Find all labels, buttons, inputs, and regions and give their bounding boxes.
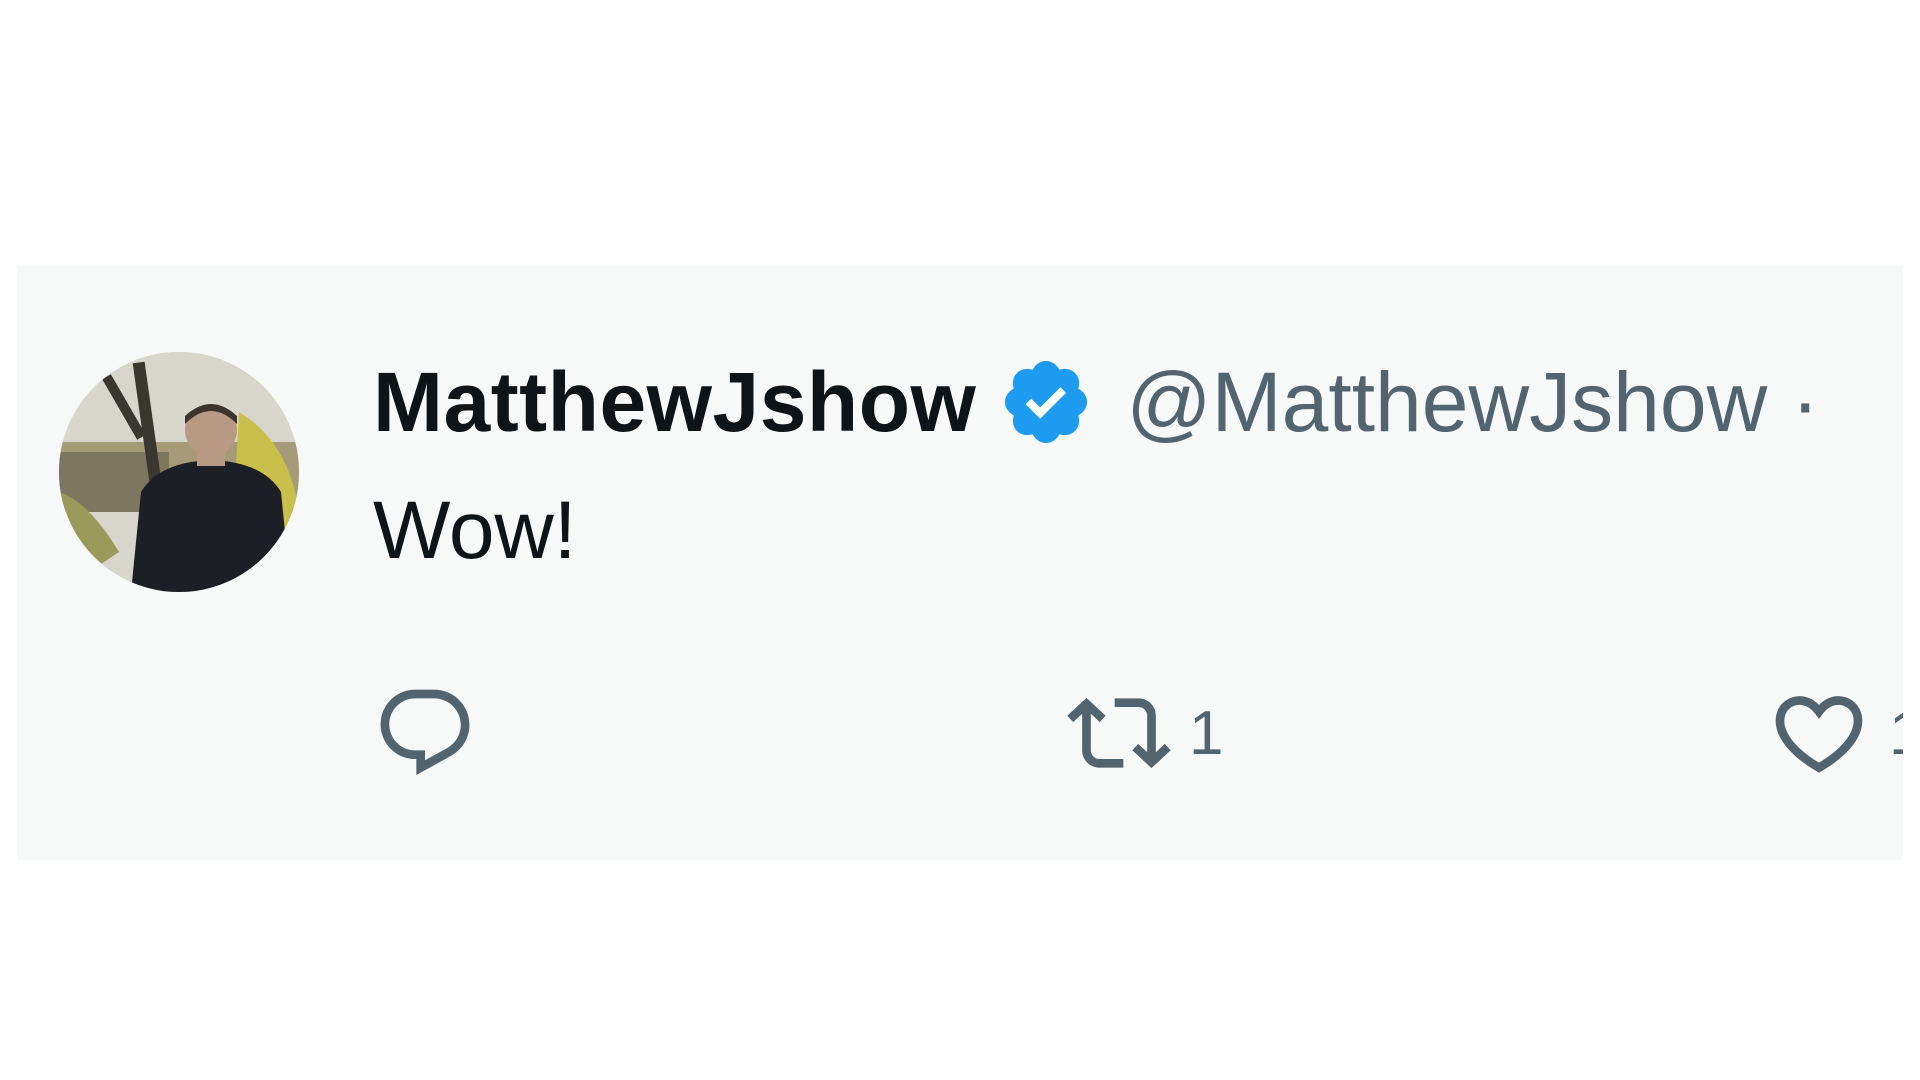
reply-icon <box>380 689 470 776</box>
avatar[interactable] <box>59 352 299 592</box>
like-button[interactable]: 1 <box>1767 678 1903 788</box>
tweet-actions: 1 1 <box>373 678 1903 788</box>
user-handle[interactable]: @MatthewJshow <box>1126 354 1767 451</box>
header-separator: · <box>1791 354 1820 449</box>
display-name[interactable]: MatthewJshow <box>373 354 976 451</box>
reply-button[interactable] <box>373 678 495 788</box>
like-count: 1 <box>1889 698 1903 769</box>
retweet-count: 1 <box>1189 698 1224 768</box>
avatar-image <box>59 352 299 592</box>
tweet-header: MatthewJshow @MatthewJshow · <box>373 352 1819 452</box>
heart-icon <box>1775 696 1863 773</box>
verified-badge-icon <box>998 354 1094 450</box>
tweet-card[interactable]: MatthewJshow @MatthewJshow · Wow! 1 <box>17 266 1903 860</box>
tweet-text: Wow! <box>373 485 577 576</box>
retweet-icon <box>1067 697 1171 769</box>
retweet-button[interactable]: 1 <box>1067 678 1223 788</box>
